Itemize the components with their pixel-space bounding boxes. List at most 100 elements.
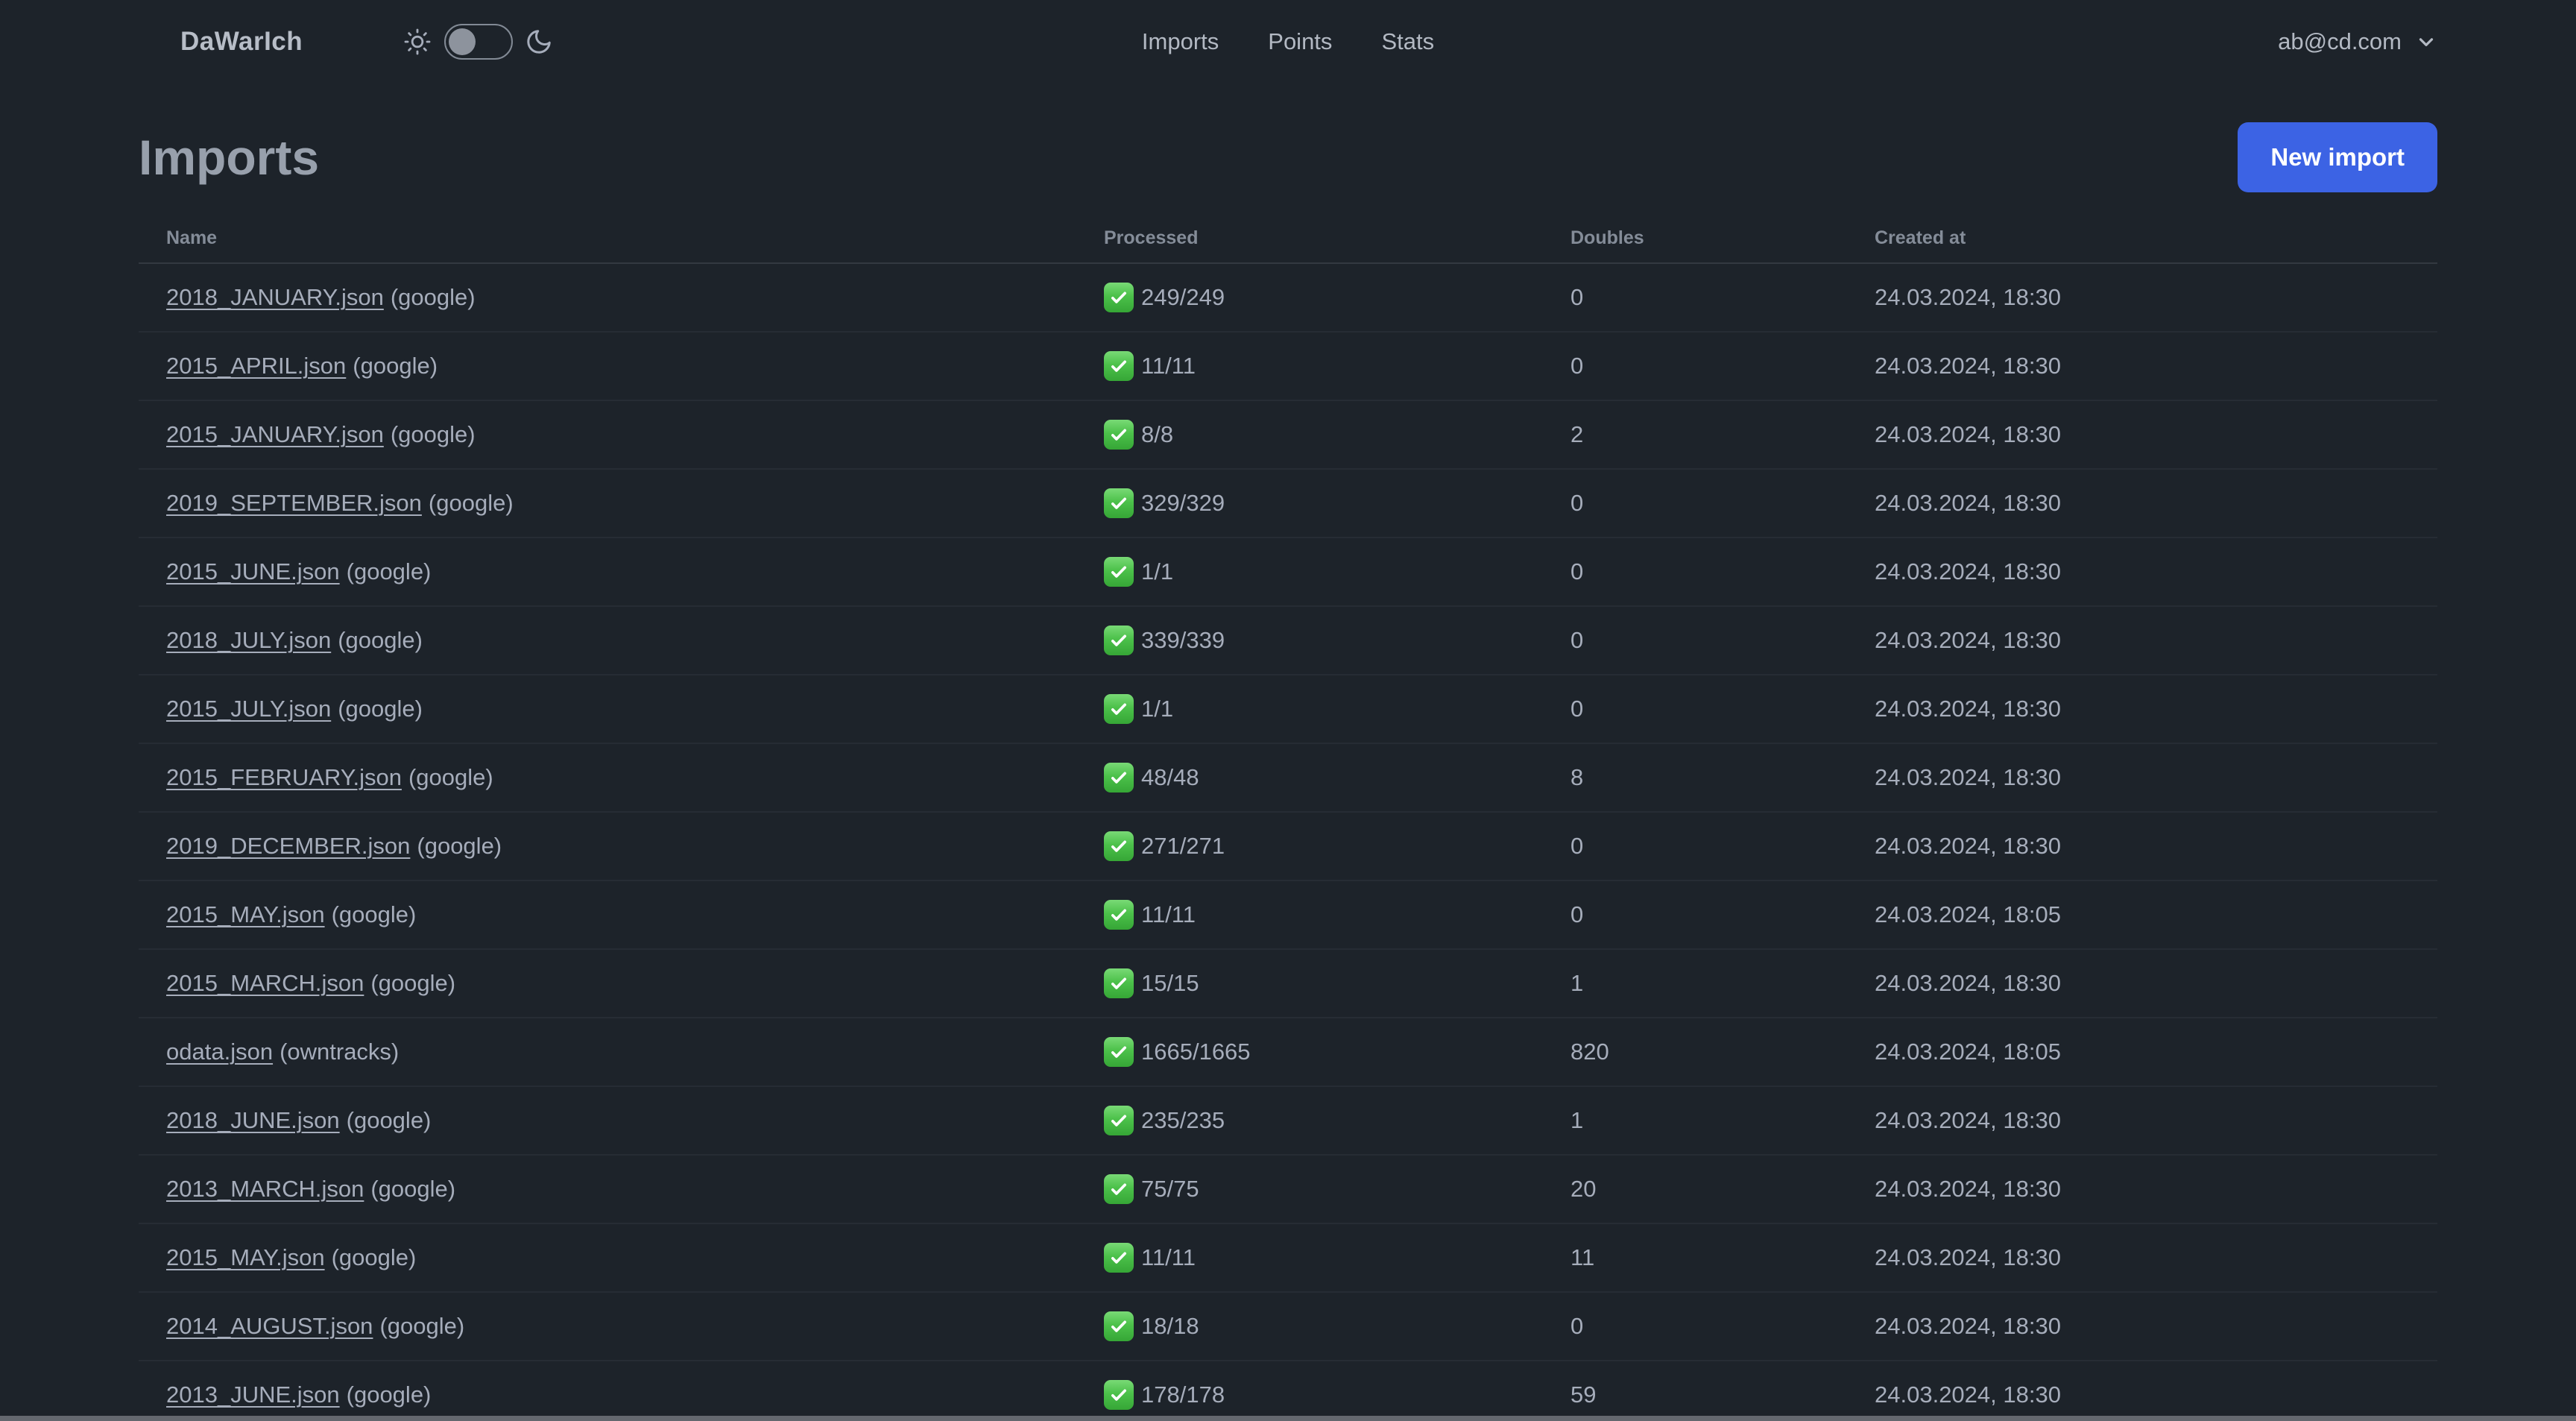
- processed-count: 8/8: [1141, 421, 1174, 447]
- import-file-link[interactable]: 2018_JUNE.json: [166, 1107, 340, 1133]
- import-file-link[interactable]: odata.json: [166, 1039, 273, 1065]
- horizontal-scrollbar[interactable]: [0, 1416, 2576, 1421]
- import-source-label: (google): [379, 1313, 465, 1339]
- doubles-count: 0: [1570, 1313, 1584, 1339]
- doubles-count: 0: [1570, 284, 1584, 310]
- nav-link-points[interactable]: Points: [1268, 28, 1332, 55]
- import-file-link[interactable]: 2015_JANUARY.json: [166, 421, 384, 447]
- created-at-value: 24.03.2024, 18:30: [1875, 1244, 2061, 1270]
- doubles-cell: 2: [1543, 421, 1847, 448]
- doubles-cell: 20: [1543, 1176, 1847, 1203]
- name-cell: 2013_MARCH.json (google): [139, 1176, 1076, 1203]
- import-file-link[interactable]: 2015_JUNE.json: [166, 558, 340, 585]
- name-cell: 2018_JUNE.json (google): [139, 1107, 1076, 1134]
- import-source-label: (google): [331, 1244, 417, 1270]
- import-file-link[interactable]: 2013_MARCH.json: [166, 1176, 364, 1202]
- processed-count: 1665/1665: [1141, 1039, 1251, 1065]
- table-row: 2015_JUNE.json (google) 1/1 0 24.03.2024,…: [139, 538, 2437, 607]
- success-check-icon: [1104, 626, 1134, 655]
- name-cell: 2019_DECEMBER.json (google): [139, 833, 1076, 860]
- nav-link-stats[interactable]: Stats: [1381, 28, 1434, 55]
- created-at-cell: 24.03.2024, 18:30: [1847, 1244, 2437, 1271]
- doubles-count: 2: [1570, 421, 1584, 447]
- doubles-count: 1: [1570, 1107, 1584, 1133]
- import-file-link[interactable]: 2015_APRIL.json: [166, 353, 346, 379]
- import-file-link[interactable]: 2018_JANUARY.json: [166, 284, 384, 310]
- page-title: Imports: [139, 130, 320, 185]
- created-at-value: 24.03.2024, 18:30: [1875, 1381, 2061, 1408]
- import-file-link[interactable]: 2014_AUGUST.json: [166, 1313, 373, 1339]
- main-content: Imports New import Name Processed Double…: [139, 84, 2437, 1421]
- import-source-label: (google): [390, 421, 476, 447]
- created-at-cell: 24.03.2024, 18:30: [1847, 353, 2437, 379]
- nav-links: Imports Points Stats: [0, 28, 2576, 55]
- created-at-value: 24.03.2024, 18:30: [1875, 970, 2061, 996]
- import-source-label: (google): [390, 284, 476, 310]
- doubles-count: 0: [1570, 833, 1584, 859]
- nav-link-imports[interactable]: Imports: [1142, 28, 1219, 55]
- doubles-count: 0: [1570, 901, 1584, 927]
- table-row: 2015_JANUARY.json (google) 8/8 2 24.03.20…: [139, 401, 2437, 470]
- success-check-icon: [1104, 1106, 1134, 1135]
- table-row: 2019_SEPTEMBER.json (google) 329/329 0 24…: [139, 470, 2437, 538]
- doubles-cell: 1: [1543, 1107, 1847, 1134]
- processed-cell: 11/11: [1076, 351, 1543, 381]
- table-row: 2013_JUNE.json (google) 178/178 59 24.03.…: [139, 1361, 2437, 1421]
- created-at-cell: 24.03.2024, 18:30: [1847, 627, 2437, 654]
- created-at-value: 24.03.2024, 18:30: [1875, 353, 2061, 379]
- import-source-label: (google): [353, 353, 438, 379]
- processed-count: 178/178: [1141, 1381, 1225, 1408]
- table-row: 2015_JULY.json (google) 1/1 0 24.03.2024,…: [139, 675, 2437, 744]
- import-file-link[interactable]: 2013_JUNE.json: [166, 1381, 340, 1408]
- success-check-icon: [1104, 283, 1134, 312]
- name-cell: 2014_AUGUST.json (google): [139, 1313, 1076, 1340]
- doubles-count: 59: [1570, 1381, 1597, 1408]
- heading-row: Imports New import: [139, 122, 2437, 192]
- created-at-value: 24.03.2024, 18:30: [1875, 627, 2061, 653]
- import-file-link[interactable]: 2015_MAY.json: [166, 901, 325, 927]
- table-row: 2019_DECEMBER.json (google) 271/271 0 24.…: [139, 813, 2437, 881]
- navbar: DaWarIch Imports Points Stats ab@cd.com: [0, 0, 2576, 84]
- created-at-cell: 24.03.2024, 18:30: [1847, 833, 2437, 860]
- doubles-cell: 1: [1543, 970, 1847, 997]
- processed-count: 48/48: [1141, 764, 1199, 790]
- created-at-cell: 24.03.2024, 18:30: [1847, 1313, 2437, 1340]
- table-row: odata.json (owntracks) 1665/1665 820 24.0…: [139, 1018, 2437, 1087]
- import-file-link[interactable]: 2015_FEBRUARY.json: [166, 764, 402, 790]
- processed-count: 18/18: [1141, 1313, 1199, 1339]
- account-menu[interactable]: ab@cd.com: [2278, 28, 2437, 55]
- import-file-link[interactable]: 2019_SEPTEMBER.json: [166, 490, 422, 516]
- import-source-label: (google): [428, 490, 514, 516]
- success-check-icon: [1104, 557, 1134, 587]
- processed-cell: 15/15: [1076, 968, 1543, 998]
- import-source-label: (google): [338, 696, 423, 722]
- processed-cell: 178/178: [1076, 1380, 1543, 1410]
- created-at-value: 24.03.2024, 18:05: [1875, 901, 2061, 927]
- new-import-button[interactable]: New import: [2238, 122, 2437, 192]
- import-source-label: (google): [331, 901, 417, 927]
- created-at-value: 24.03.2024, 18:30: [1875, 833, 2061, 859]
- doubles-count: 11: [1570, 1244, 1595, 1270]
- doubles-cell: 0: [1543, 353, 1847, 379]
- success-check-icon: [1104, 694, 1134, 724]
- created-at-cell: 24.03.2024, 18:30: [1847, 1176, 2437, 1203]
- processed-count: 11/11: [1141, 1244, 1196, 1270]
- import-file-link[interactable]: 2019_DECEMBER.json: [166, 833, 410, 859]
- processed-cell: 235/235: [1076, 1106, 1543, 1135]
- doubles-count: 8: [1570, 764, 1584, 790]
- imports-table-body: 2018_JANUARY.json (google) 249/249 0 24.0…: [139, 264, 2437, 1421]
- created-at-cell: 24.03.2024, 18:05: [1847, 1039, 2437, 1065]
- import-file-link[interactable]: 2015_JULY.json: [166, 696, 331, 722]
- created-at-cell: 24.03.2024, 18:30: [1847, 284, 2437, 311]
- import-file-link[interactable]: 2015_MAY.json: [166, 1244, 325, 1270]
- import-source-label: (google): [408, 764, 493, 790]
- doubles-count: 0: [1570, 558, 1584, 585]
- created-at-cell: 24.03.2024, 18:30: [1847, 970, 2437, 997]
- processed-count: 339/339: [1141, 627, 1225, 653]
- import-file-link[interactable]: 2015_MARCH.json: [166, 970, 364, 996]
- import-source-label: (google): [346, 558, 432, 585]
- success-check-icon: [1104, 831, 1134, 861]
- import-file-link[interactable]: 2018_JULY.json: [166, 627, 331, 653]
- table-row: 2015_MAY.json (google) 11/11 11 24.03.202…: [139, 1224, 2437, 1293]
- created-at-cell: 24.03.2024, 18:30: [1847, 421, 2437, 448]
